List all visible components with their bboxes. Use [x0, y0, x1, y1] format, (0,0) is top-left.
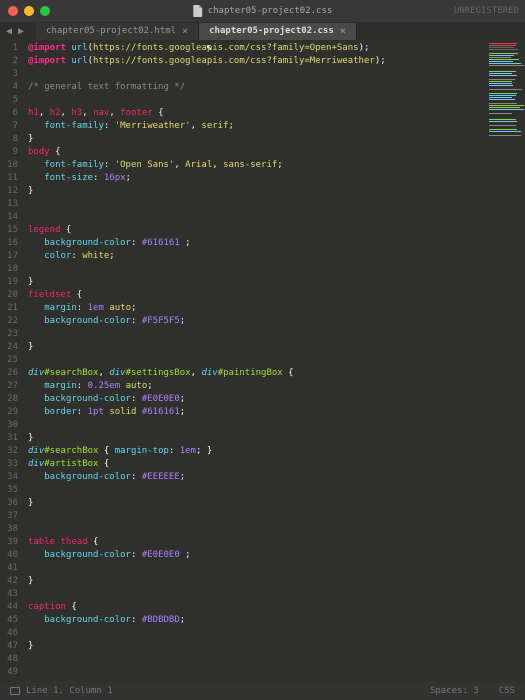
nav-back-icon[interactable]: ◀: [6, 26, 12, 37]
line-number-gutter: 1234567891011121314151617181920212223242…: [0, 40, 22, 682]
editor-area: 1234567891011121314151617181920212223242…: [0, 40, 525, 682]
unregistered-label: UNREGISTERED: [454, 6, 519, 16]
tab-1[interactable]: chapter05-project02.css ×: [199, 23, 357, 40]
code-content[interactable]: @import url(https://fonts.googleapis.com…: [22, 40, 386, 682]
window-title: chapter05-project02.css: [193, 5, 333, 17]
status-bar: Line 1, Column 1 Spaces: 3 CSS: [0, 682, 525, 700]
nav-forward-icon[interactable]: ▶: [18, 26, 24, 37]
close-window-button[interactable]: [8, 6, 18, 16]
maximize-window-button[interactable]: [40, 6, 50, 16]
title-text: chapter05-project02.css: [208, 6, 333, 16]
file-icon: [193, 5, 203, 17]
window-titlebar: chapter05-project02.css UNREGISTERED: [0, 0, 525, 22]
panel-icon[interactable]: [10, 687, 20, 695]
tabs: chapter05-project02.html×chapter05-proje…: [36, 23, 357, 40]
tab-label: chapter05-project02.css: [209, 26, 334, 36]
tab-label: chapter05-project02.html: [46, 26, 176, 36]
syntax-mode[interactable]: CSS: [499, 686, 515, 696]
tab-0[interactable]: chapter05-project02.html ×: [36, 23, 199, 40]
minimize-window-button[interactable]: [24, 6, 34, 16]
cursor-position: Line 1, Column 1: [26, 686, 113, 696]
tab-close-icon[interactable]: ×: [340, 26, 346, 37]
tab-bar: ◀ ▶ chapter05-project02.html×chapter05-p…: [0, 22, 525, 40]
window-controls: [8, 6, 50, 16]
tab-close-icon[interactable]: ×: [182, 26, 188, 37]
minimap[interactable]: [487, 40, 525, 682]
indentation-setting[interactable]: Spaces: 3: [430, 686, 479, 696]
